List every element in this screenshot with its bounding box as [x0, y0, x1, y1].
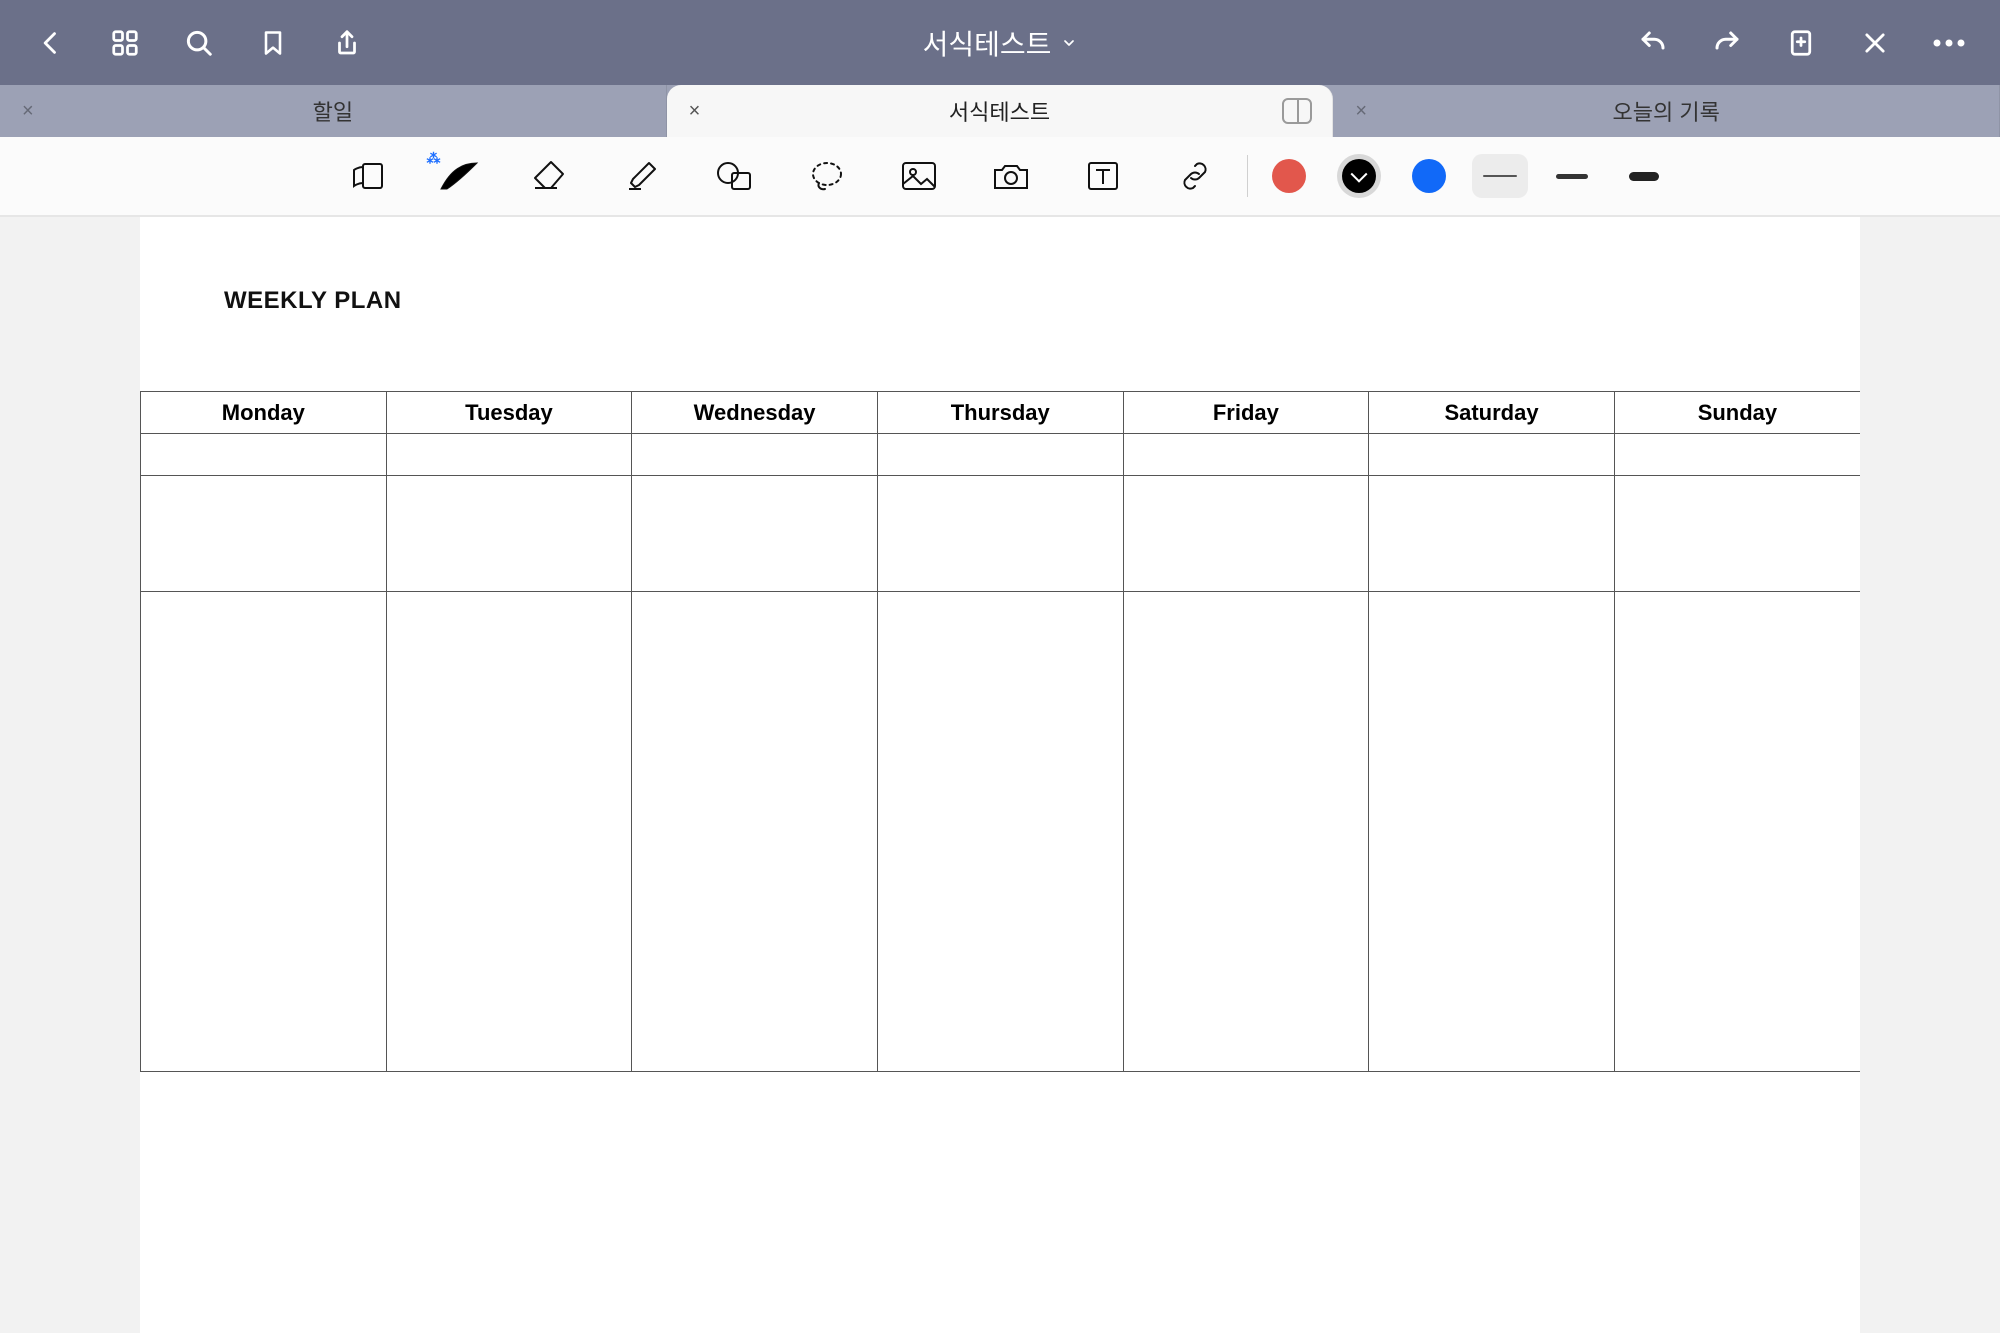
stroke-medium-button[interactable] — [1544, 154, 1600, 198]
day-header: Tuesday — [386, 392, 632, 434]
tab-close-icon[interactable]: × — [689, 101, 701, 121]
tab-template-test[interactable]: × 서식테스트 — [667, 85, 1334, 137]
toolbar: ⁂ — [0, 137, 2000, 217]
color-black-swatch[interactable] — [1342, 159, 1376, 193]
tab-bar: × 할일 × 서식테스트 × 오늘의 기록 — [0, 85, 2000, 137]
tab-label: 서식테스트 — [949, 95, 1050, 127]
weekly-plan-table: Monday Tuesday Wednesday Thursday Friday… — [140, 391, 1860, 1072]
chevron-down-icon — [1061, 35, 1077, 51]
tab-close-icon[interactable]: × — [1355, 101, 1367, 121]
tab-today-log[interactable]: × 오늘의 기록 — [1333, 85, 2000, 137]
color-red-swatch[interactable] — [1272, 159, 1306, 193]
share-icon[interactable] — [312, 13, 382, 73]
tab-todo[interactable]: × 할일 — [0, 85, 667, 137]
image-icon[interactable] — [873, 146, 965, 206]
close-icon[interactable] — [1840, 13, 1910, 73]
table-row — [141, 592, 1861, 1072]
table-row — [141, 434, 1861, 476]
day-header: Saturday — [1369, 392, 1615, 434]
grid-icon[interactable] — [90, 13, 160, 73]
undo-icon[interactable] — [1618, 13, 1688, 73]
pen-icon[interactable]: ⁂ — [413, 146, 505, 206]
canvas[interactable]: WEEKLY PLAN Monday Tuesday Wednesday Thu… — [0, 217, 2000, 1333]
shape-icon[interactable] — [689, 146, 781, 206]
day-header: Monday — [141, 392, 387, 434]
link-icon[interactable] — [1149, 146, 1241, 206]
document-title-text: 서식테스트 — [923, 23, 1052, 63]
split-view-icon[interactable] — [1282, 98, 1312, 124]
stroke-thick-button[interactable] — [1616, 154, 1672, 198]
highlighter-icon[interactable] — [597, 146, 689, 206]
document-title[interactable]: 서식테스트 — [923, 23, 1078, 63]
tab-label: 오늘의 기록 — [1613, 95, 1720, 127]
tab-close-icon[interactable]: × — [22, 101, 34, 121]
add-page-icon[interactable] — [1766, 13, 1836, 73]
bluetooth-badge-icon: ⁂ — [427, 150, 441, 167]
tab-label: 할일 — [313, 95, 353, 127]
redo-icon[interactable] — [1692, 13, 1762, 73]
day-header: Friday — [1123, 392, 1369, 434]
bookmark-icon[interactable] — [238, 13, 308, 73]
more-icon[interactable] — [1914, 13, 1984, 73]
eraser-icon[interactable] — [505, 146, 597, 206]
table-row — [141, 476, 1861, 592]
day-header: Thursday — [877, 392, 1123, 434]
text-icon[interactable] — [1057, 146, 1149, 206]
camera-icon[interactable] — [965, 146, 1057, 206]
day-header: Sunday — [1614, 392, 1860, 434]
color-blue-swatch[interactable] — [1412, 159, 1446, 193]
search-icon[interactable] — [164, 13, 234, 73]
toolbar-divider — [1247, 155, 1248, 197]
back-icon[interactable] — [16, 13, 86, 73]
day-header: Wednesday — [632, 392, 878, 434]
page-title: WEEKLY PLAN — [224, 287, 1776, 315]
app-header: 서식테스트 — [0, 0, 2000, 85]
page[interactable]: WEEKLY PLAN Monday Tuesday Wednesday Thu… — [140, 217, 1860, 1333]
lasso-icon[interactable] — [781, 146, 873, 206]
stroke-thin-button[interactable] — [1472, 154, 1528, 198]
table-header-row: Monday Tuesday Wednesday Thursday Friday… — [141, 392, 1861, 434]
read-mode-icon[interactable] — [321, 146, 413, 206]
